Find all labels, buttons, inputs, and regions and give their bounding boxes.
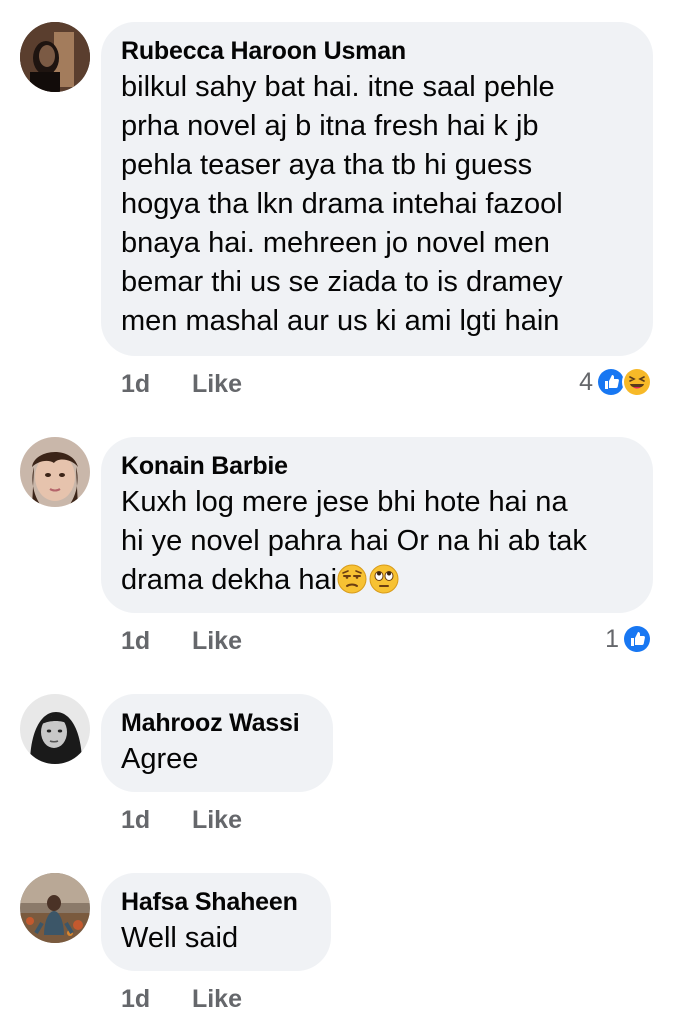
reaction-summary[interactable]: 4	[579, 367, 652, 397]
like-button[interactable]: Like	[192, 627, 242, 656]
like-button[interactable]: Like	[192, 806, 242, 835]
comment-bubble: Mahrooz Wassi Agree	[101, 694, 333, 792]
comment-author[interactable]: Konain Barbie	[121, 451, 633, 481]
unamused-face-emoji	[337, 564, 367, 594]
haha-reaction-icon	[622, 367, 652, 397]
comment-bubble: Rubecca Haroon Usman bilkul sahy bat hai…	[101, 22, 653, 356]
comment-text: bilkul sahy bat hai. itne saal pehle prh…	[121, 71, 563, 337]
comment-time[interactable]: 1d	[121, 627, 185, 656]
reaction-count: 4	[579, 367, 593, 396]
comment-actions: 1d Like	[121, 985, 242, 1014]
comment-actions: 1d Like	[121, 806, 242, 835]
avatar[interactable]	[20, 694, 90, 764]
comment-actions: 1d Like	[121, 370, 242, 399]
comment-author[interactable]: Rubecca Haroon Usman	[121, 36, 633, 66]
eye-roll-emoji	[369, 564, 399, 594]
like-reaction-icon	[622, 624, 652, 654]
comment-time[interactable]: 1d	[121, 806, 185, 835]
comment-author[interactable]: Mahrooz Wassi	[121, 708, 313, 738]
comment-time[interactable]: 1d	[121, 985, 185, 1014]
comment-bubble: Hafsa Shaheen Well said	[101, 873, 331, 971]
like-button[interactable]: Like	[192, 370, 242, 399]
comment-text: Kuxh log mere jese bhi hote hai na hi ye…	[121, 483, 633, 600]
comment-actions: 1d Like	[121, 627, 242, 656]
comment-time[interactable]: 1d	[121, 370, 185, 399]
like-button[interactable]: Like	[192, 985, 242, 1014]
comment-bubble: Konain Barbie Kuxh log mere jese bhi hot…	[101, 437, 653, 613]
avatar[interactable]	[20, 873, 90, 943]
comment-text: Well said	[121, 922, 239, 954]
comment-text: Agree	[121, 743, 199, 775]
reaction-summary[interactable]: 1	[605, 624, 652, 654]
comment-author[interactable]: Hafsa Shaheen	[121, 887, 311, 917]
avatar[interactable]	[20, 437, 90, 507]
avatar[interactable]	[20, 22, 90, 92]
reaction-count: 1	[605, 624, 619, 653]
